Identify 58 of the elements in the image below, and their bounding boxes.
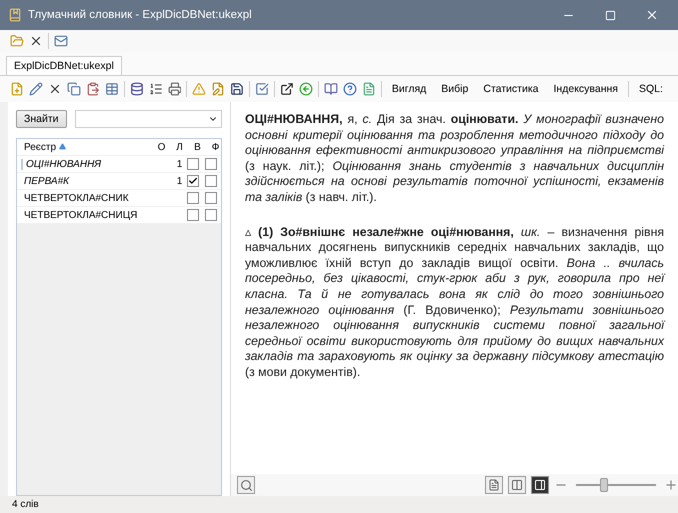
window-title: Тлумачний словник - ExplDicDBNet:ukexpl — [28, 9, 253, 21]
search-button[interactable] — [237, 476, 255, 494]
books-icon — [8, 8, 22, 22]
edit-document-icon[interactable] — [211, 82, 226, 96]
document-tab[interactable]: ExplDicDBNet:ukexpl — [6, 56, 122, 75]
menu-item[interactable]: Вигляд — [386, 83, 432, 95]
search-icon — [240, 478, 252, 492]
zoom-in-icon[interactable] — [664, 478, 678, 492]
paste-icon[interactable] — [86, 82, 100, 96]
save-icon[interactable] — [230, 82, 244, 96]
slider-thumb[interactable] — [600, 478, 608, 492]
envelope-icon[interactable] — [54, 34, 68, 48]
new-file-icon[interactable] — [10, 82, 24, 96]
word-cell[interactable]: ОЦІ#НЮВАННЯ — [21, 158, 151, 170]
column-header[interactable]: Ф — [205, 142, 223, 152]
side-panel-icon — [534, 479, 546, 491]
checkbox[interactable] — [187, 192, 199, 204]
checkbox[interactable] — [187, 158, 199, 170]
external-link-icon[interactable] — [280, 82, 294, 96]
column-header[interactable]: О — [151, 142, 169, 152]
page-icon — [488, 479, 500, 491]
pencil-icon[interactable] — [28, 82, 43, 96]
database-icon[interactable] — [130, 82, 144, 96]
word-cell[interactable]: ПЕРВА#К — [21, 176, 151, 186]
document-icon[interactable] — [362, 82, 376, 96]
checkbox[interactable] — [205, 209, 217, 221]
two-columns-icon — [511, 479, 523, 491]
check-icon — [188, 176, 198, 186]
printer-icon[interactable] — [168, 82, 182, 96]
column-header[interactable]: Реєстр — [21, 142, 151, 152]
help-icon[interactable] — [343, 82, 357, 96]
checkbox[interactable] — [205, 175, 217, 187]
menu-item[interactable]: Вибір — [436, 83, 474, 95]
menu-item[interactable]: Статистика — [478, 83, 544, 95]
checkbox[interactable] — [187, 175, 199, 187]
checkbox[interactable] — [187, 209, 199, 221]
book-icon[interactable] — [324, 82, 338, 96]
open-folder-icon[interactable] — [10, 34, 24, 48]
close-icon[interactable] — [29, 34, 43, 48]
maximize-icon[interactable] — [604, 10, 616, 20]
column-header[interactable]: В — [187, 142, 205, 152]
article-paragraph: ОЦІ#НЮВАННЯ, я, с. Дія за знач. оцінювати. У монографії визначено основні критерії оцінювання та розроблення методичного підходу до оцінювання ефективності антикризового управління на підприємстві (з наук. літ.); Оцінювання знань студентів з навчальних дисциплін здійснюється на основі результатів поточної успішності, екзаменів та заліків (з навч. літ.). — [245, 112, 664, 206]
checkbox-icon[interactable] — [255, 82, 270, 96]
menu-item[interactable]: SQL: — [634, 83, 668, 95]
table-icon[interactable] — [104, 82, 119, 96]
checkbox[interactable] — [205, 158, 217, 170]
table-cell-text: 1 — [176, 176, 184, 186]
find-button[interactable]: Знайти — [16, 110, 67, 128]
article-paragraph: ▵ (1) Зо#внішнє незале#жне оці#нювання, шк. – визначення рівня навчальних досягнень випускників середніх навчальних закладів, що уможливлює їхній вступ до закладів вищої освіти. Вона .. вчилась посередньо, без цікавості, стук-грюк аби з рук, говорила про неї класна. Та й не готувалась вона як слід до того зовнішнього незалежного оцінювання (Г. Вдовиченко); Результати зовнішнього незалежного оцінювання випускників системи повної загальної середньої освіти використовують для прийому до вищих навчальних закладів та зараховують як оцінку за державну підсумкову атестацію (з мови документів). — [245, 224, 664, 380]
checkbox[interactable] — [205, 192, 217, 204]
column-header[interactable]: Л — [169, 142, 187, 152]
menu-item[interactable]: Індексування — [548, 83, 623, 95]
warning-icon[interactable] — [192, 82, 206, 96]
copy-icon[interactable] — [66, 82, 81, 96]
numbered-list-icon[interactable] — [148, 82, 162, 96]
table-cell-text: 1 — [176, 158, 184, 170]
view-mode-button[interactable] — [531, 476, 549, 494]
sort-icon — [58, 142, 66, 150]
